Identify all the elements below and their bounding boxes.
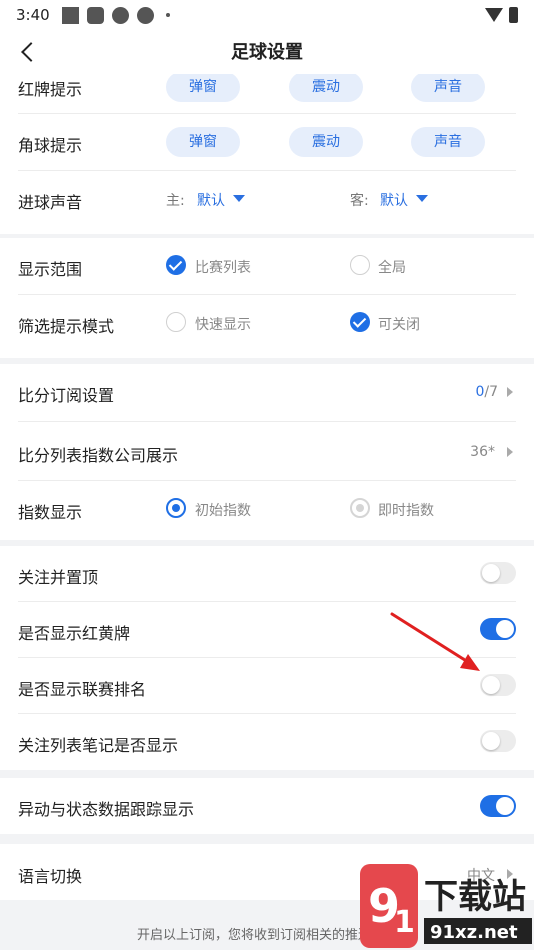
index-display-label: 指数显示 bbox=[18, 503, 83, 522]
tracking-section: 异动与状态数据跟踪显示 bbox=[0, 778, 534, 834]
index-initial-radio[interactable] bbox=[166, 498, 186, 518]
red-card-label: 红牌提示 bbox=[18, 80, 83, 99]
home-sound-prefix: 主: bbox=[166, 193, 185, 209]
home-sound-select[interactable]: 默认 bbox=[197, 190, 225, 210]
corner-row: 角球提示 弹窗 震动 声音 bbox=[0, 114, 534, 170]
red-card-row: 红牌提示 弹窗 震动 声音 bbox=[0, 74, 534, 102]
page-title: 足球设置 bbox=[231, 42, 303, 63]
index-live-radio[interactable] bbox=[350, 498, 370, 518]
toggle-label-cards: 是否显示红黄牌 bbox=[18, 624, 131, 643]
watermark-logo: 9 1 下载站 91xz.net bbox=[360, 864, 532, 948]
index-company-label: 比分列表指数公司展示 bbox=[18, 446, 179, 465]
filter-quick-label[interactable]: 快速显示 bbox=[195, 314, 251, 334]
display-range-row: 显示范围 比赛列表 全局 bbox=[0, 238, 534, 294]
index-display-row: 指数显示 初始指数 即时指数 bbox=[0, 481, 534, 537]
annotation-arrow-icon bbox=[390, 612, 480, 671]
red-card-vibrate-pill[interactable]: 震动 bbox=[289, 74, 363, 102]
watermark-text: 下载站 bbox=[424, 877, 526, 917]
sync-icon bbox=[111, 6, 129, 24]
follow-pin-toggle[interactable] bbox=[480, 562, 516, 584]
settings-scroll[interactable]: 红牌提示 弹窗 震动 声音 角球提示 弹窗 震动 声音 进球声音 主: 默认 客… bbox=[0, 74, 534, 950]
corner-vibrate-pill[interactable]: 震动 bbox=[289, 127, 363, 157]
index-initial-label[interactable]: 初始指数 bbox=[195, 500, 251, 520]
page: 3:40 足球设置 红牌提示 弹窗 震动 声音 角球提示 弹窗 震动 声音 进球… bbox=[0, 0, 534, 950]
svg-text:1: 1 bbox=[394, 905, 415, 940]
range-global-checkbox[interactable] bbox=[350, 255, 370, 275]
filter-mode-row: 筛选提示模式 快速显示 可关闭 bbox=[0, 295, 534, 351]
corner-label: 角球提示 bbox=[18, 136, 83, 155]
more-notifications-icon bbox=[165, 13, 170, 17]
goal-sound-row: 进球声音 主: 默认 客: 默认 bbox=[0, 171, 534, 227]
score-subscription-label: 比分订阅设置 bbox=[18, 386, 115, 405]
range-match-list-checkbox[interactable] bbox=[166, 255, 186, 275]
goal-sound-label: 进球声音 bbox=[18, 193, 83, 212]
status-indicators bbox=[485, 7, 518, 23]
red-card-sound-pill[interactable]: 声音 bbox=[411, 74, 485, 102]
nav-bar: 足球设置 bbox=[0, 30, 534, 74]
index-live-label[interactable]: 即时指数 bbox=[378, 500, 434, 520]
toggle-label-notes: 关注列表笔记是否显示 bbox=[18, 736, 179, 755]
status-bar: 3:40 bbox=[0, 0, 534, 30]
tracking-label: 异动与状态数据跟踪显示 bbox=[18, 800, 195, 819]
chevron-right-icon bbox=[507, 447, 513, 457]
sync-icon-2 bbox=[136, 6, 154, 24]
index-company-value: 36* bbox=[470, 444, 495, 460]
alerts-section: 红牌提示 弹窗 震动 声音 角球提示 弹窗 震动 声音 进球声音 主: 默认 客… bbox=[0, 74, 534, 234]
app-notification-icon bbox=[86, 6, 104, 24]
red-card-popup-pill[interactable]: 弹窗 bbox=[166, 74, 240, 102]
follow-notes-toggle[interactable] bbox=[480, 730, 516, 752]
filter-closable-label[interactable]: 可关闭 bbox=[378, 314, 420, 334]
watermark-url: 91xz.net bbox=[430, 922, 518, 943]
corner-sound-pill[interactable]: 声音 bbox=[411, 127, 485, 157]
language-label: 语言切换 bbox=[18, 867, 83, 886]
tracking-toggle[interactable] bbox=[480, 795, 516, 817]
index-company-row[interactable]: 比分列表指数公司展示 36* bbox=[0, 422, 534, 480]
score-subscription-row[interactable]: 比分订阅设置 0/7 bbox=[0, 364, 534, 420]
battery-icon bbox=[509, 7, 518, 23]
filter-closable-checkbox[interactable] bbox=[350, 312, 370, 332]
range-global-label[interactable]: 全局 bbox=[378, 257, 406, 277]
range-match-list-label[interactable]: 比赛列表 bbox=[195, 257, 251, 277]
away-sound-prefix: 客: bbox=[350, 193, 369, 209]
away-sound-select[interactable]: 默认 bbox=[380, 190, 408, 210]
notification-icon bbox=[61, 6, 79, 24]
subscription-total: /7 bbox=[484, 384, 498, 400]
chevron-right-icon bbox=[507, 387, 513, 397]
toggle-label-follow-pin: 关注并置顶 bbox=[18, 568, 99, 587]
filter-mode-label: 筛选提示模式 bbox=[18, 317, 115, 336]
status-time: 3:40 bbox=[16, 6, 50, 24]
filter-quick-checkbox[interactable] bbox=[166, 312, 186, 332]
home-sound-caret-icon[interactable] bbox=[233, 195, 245, 202]
score-section: 比分订阅设置 0/7 比分列表指数公司展示 36* 指数显示 初始指数 即时指数 bbox=[0, 364, 534, 540]
toggle-label-league-rank: 是否显示联赛排名 bbox=[18, 680, 147, 699]
display-section: 显示范围 比赛列表 全局 筛选提示模式 快速显示 可关闭 bbox=[0, 238, 534, 358]
away-sound-caret-icon[interactable] bbox=[416, 195, 428, 202]
tracking-row: 异动与状态数据跟踪显示 bbox=[0, 778, 534, 834]
toggle-row: 关注列表笔记是否显示 bbox=[0, 714, 534, 769]
display-range-label: 显示范围 bbox=[18, 260, 83, 279]
corner-popup-pill[interactable]: 弹窗 bbox=[166, 127, 240, 157]
wifi-icon bbox=[485, 8, 503, 22]
score-subscription-value: 0/7 bbox=[475, 384, 498, 400]
toggle-row: 关注并置顶 bbox=[0, 546, 534, 601]
